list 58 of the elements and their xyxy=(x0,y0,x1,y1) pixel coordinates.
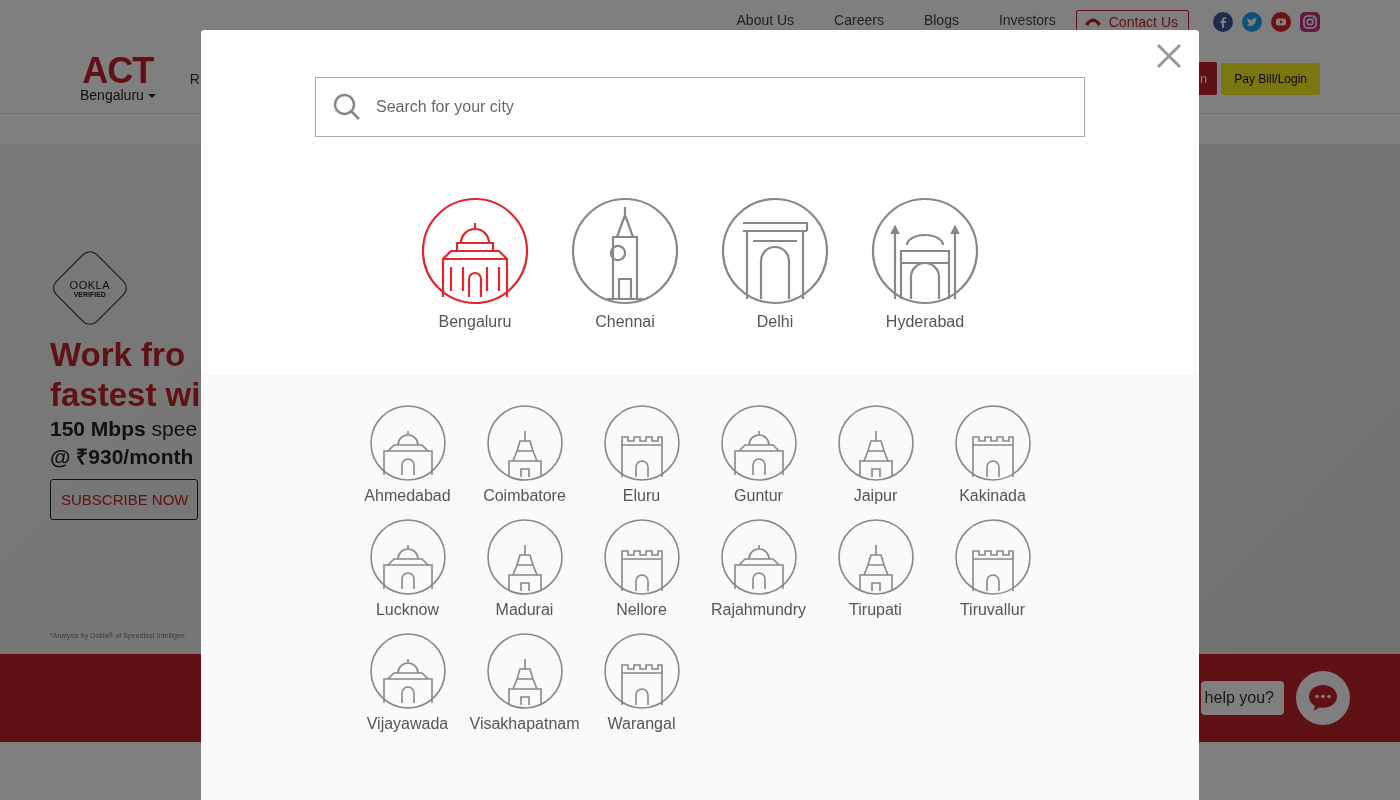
banner-speed-text: 150 Mbps spee xyxy=(50,416,198,442)
landmark-icon xyxy=(720,519,797,595)
pay-bill-login-button[interactable]: Pay Bill/Login xyxy=(1221,62,1320,95)
chat-prompt-bubble: help you? xyxy=(1200,681,1284,715)
featured-city-option[interactable]: Hyderabad xyxy=(871,197,979,331)
city-option[interactable]: Jaipur xyxy=(817,405,934,505)
top-nav-link[interactable]: Careers xyxy=(834,12,884,28)
landmark-icon xyxy=(720,405,797,481)
nav-link[interactable]: R xyxy=(189,70,200,87)
city-option[interactable]: Warangal xyxy=(583,633,700,733)
landmark-icon xyxy=(486,519,563,595)
landmark-icon xyxy=(369,405,446,481)
landmark-icon xyxy=(369,519,446,595)
featured-city-option[interactable]: Bengaluru xyxy=(421,197,529,331)
city-option[interactable]: Guntur xyxy=(700,405,817,505)
city-option[interactable]: Nellore xyxy=(583,519,700,619)
city-option[interactable]: Visakhapatnam xyxy=(466,633,583,733)
city-option[interactable]: Lucknow xyxy=(349,519,466,619)
landmark-icon xyxy=(571,197,679,305)
chat-button[interactable] xyxy=(1296,671,1350,725)
top-nav-link[interactable]: Blogs xyxy=(923,12,959,28)
landmark-icon xyxy=(871,197,979,305)
chat-icon xyxy=(1308,684,1338,712)
city-option[interactable]: Coimbatore xyxy=(466,405,583,505)
banner-price-text: @ ₹930/month xyxy=(50,444,194,470)
landmark-icon xyxy=(486,633,563,709)
landmark-icon xyxy=(837,405,914,481)
top-nav-link[interactable]: About Us xyxy=(736,12,795,28)
city-dropdown[interactable]: Bengaluru xyxy=(80,86,156,103)
landmark-icon xyxy=(603,405,680,481)
landmark-icon xyxy=(603,519,680,595)
city-option[interactable]: Eluru xyxy=(583,405,700,505)
city-option[interactable]: Kakinada xyxy=(934,405,1051,505)
landmark-icon xyxy=(603,633,680,709)
city-option[interactable]: Madurai xyxy=(466,519,583,619)
landmark-icon xyxy=(837,519,914,595)
city-option[interactable]: Tiruvallur xyxy=(934,519,1051,619)
landmark-icon xyxy=(954,405,1031,481)
close-icon[interactable] xyxy=(1156,43,1182,69)
landmark-icon xyxy=(486,405,563,481)
banner-headline: Work fro xyxy=(50,335,186,375)
featured-city-option[interactable]: Chennai xyxy=(571,197,679,331)
city-option[interactable]: Rajahmundry xyxy=(700,519,817,619)
instagram-icon[interactable] xyxy=(1300,12,1320,32)
twitter-icon[interactable] xyxy=(1242,12,1262,32)
facebook-icon[interactable] xyxy=(1213,12,1233,32)
landmark-icon xyxy=(369,633,446,709)
landmark-icon xyxy=(721,197,829,305)
city-option[interactable]: Vijayawada xyxy=(349,633,466,733)
city-option[interactable]: Ahmedabad xyxy=(349,405,466,505)
landmark-icon xyxy=(954,519,1031,595)
top-nav-link[interactable]: Investors xyxy=(998,12,1056,28)
featured-city-option[interactable]: Delhi xyxy=(721,197,829,331)
city-search-field[interactable]: Search for your city xyxy=(315,77,1085,137)
city-option[interactable]: Tirupati xyxy=(817,519,934,619)
landmark-icon xyxy=(421,197,529,305)
youtube-icon[interactable] xyxy=(1271,12,1291,32)
banner-headline: fastest wi xyxy=(50,375,201,415)
